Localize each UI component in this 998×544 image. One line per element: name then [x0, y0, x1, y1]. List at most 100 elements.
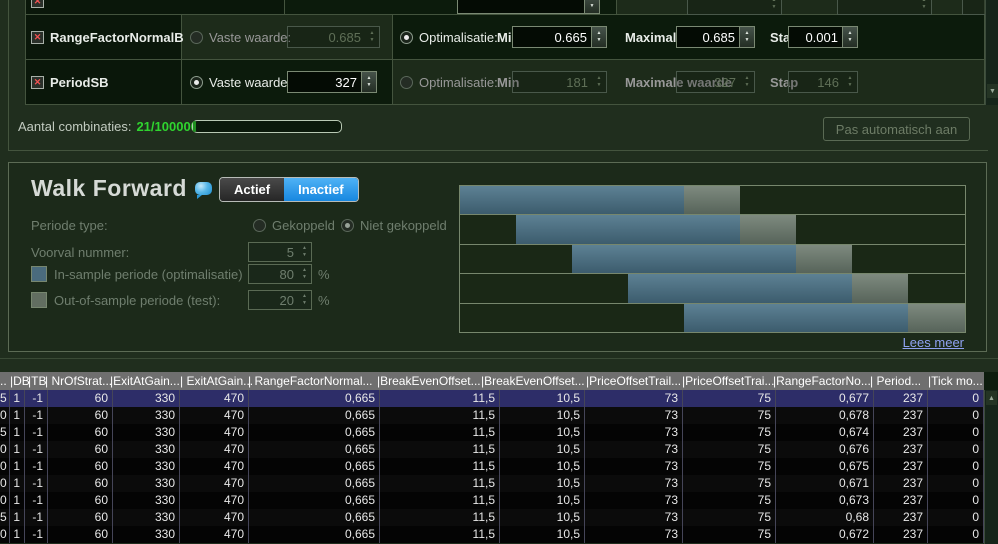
spinner-arrows-icon[interactable]: ▲ ▼ [298, 294, 311, 306]
opt-max-input[interactable]: 327▲▼ [676, 71, 755, 93]
radio-vaste-waarde[interactable] [190, 76, 203, 89]
column-header[interactable]: | NrOfStrat... [45, 374, 112, 388]
spinner-arrows-icon[interactable]: ▲ ▼ [767, 0, 781, 14]
table-cell: 10,5 [500, 390, 585, 407]
table-cell: 73 [585, 526, 683, 543]
table-cell: 10,5 [500, 424, 585, 441]
column-header[interactable]: |BreakEvenOffset... [481, 374, 585, 388]
table-cell: 330 [113, 492, 180, 509]
table-row[interactable]: 01-1603304700,66511,510,573750,6782370 [0, 407, 984, 424]
table-section-divider [0, 358, 998, 359]
remove-param-icon[interactable]: ✕ [31, 31, 44, 44]
table-row[interactable]: 01-1603304700,66511,510,573750,6762370 [0, 441, 984, 458]
column-header[interactable]: | RangeFactorNormal... [248, 374, 373, 388]
spinner-arrows-icon[interactable]: ▲ ▼ [592, 72, 606, 92]
table-cell: 11,5 [380, 492, 500, 509]
spinner-arrows-icon[interactable]: ▲ ▼ [361, 72, 376, 92]
toggle-actief-button[interactable]: Actief [220, 178, 284, 201]
spinner-arrows-icon[interactable]: ▲ ▼ [365, 27, 379, 47]
fixed-value-input[interactable]: 0.685▲▼ [287, 26, 380, 48]
table-cell: 0,678 [776, 407, 874, 424]
table-row[interactable]: 51-1603304700,66511,510,573750,682370 [0, 509, 984, 526]
column-header[interactable]: |Tick mo... [928, 374, 983, 388]
optimalisatie-label: Optimalisatie: [419, 30, 498, 45]
table-cell: 60 [48, 492, 113, 509]
column-header[interactable]: |ExitAtGain... [110, 374, 180, 388]
opt-step-input[interactable]: 146▲▼ [788, 71, 858, 93]
scroll-down-icon[interactable]: ▼ [987, 84, 998, 98]
spinner-arrows-icon[interactable]: ▲ ▼ [584, 0, 599, 13]
table-cell: 60 [48, 390, 113, 407]
radio-optimalisatie[interactable] [400, 76, 413, 89]
radio-vaste-waarde[interactable] [190, 31, 203, 44]
spinner-arrows-icon[interactable]: ▲ ▼ [843, 72, 857, 92]
parameters-scrollbar[interactable]: ▼ [985, 0, 998, 105]
table-row[interactable]: 51-1603304700,66511,510,573750,6772370 [0, 390, 984, 407]
table-cell: 330 [113, 424, 180, 441]
table-cell: 0 [0, 407, 10, 424]
spinner-arrows-icon[interactable]: ▲ ▼ [591, 27, 606, 47]
in-sample-input[interactable]: 80 ▲▼ [248, 264, 312, 284]
table-cell: 75 [683, 492, 776, 509]
table-cell: 1 [10, 458, 25, 475]
auto-adjust-button[interactable]: Pas automatisch aan [823, 117, 970, 141]
niet-gekoppeld-label: Niet gekoppeld [360, 218, 447, 233]
column-header[interactable]: |DB [10, 374, 30, 388]
opt-max-input[interactable]: ▲▼ [837, 0, 932, 15]
table-row[interactable]: 01-1603304700,66511,510,573750,6712370 [0, 475, 984, 492]
column-header[interactable]: |TB [28, 374, 46, 388]
table-cell: 237 [874, 492, 928, 509]
table-cell: 5 [0, 509, 10, 526]
column-header[interactable]: | Period... [870, 374, 921, 388]
table-cell: 0,677 [776, 390, 874, 407]
table-cell: -1 [25, 492, 48, 509]
opt-min-input[interactable]: 0.665▲▼ [512, 26, 607, 48]
voorval-input[interactable]: 5 ▲▼ [248, 242, 312, 262]
table-cell: 73 [585, 441, 683, 458]
walk-forward-window-row [460, 186, 965, 215]
spinner-arrows-icon[interactable]: ▲ ▼ [739, 27, 754, 47]
column-header[interactable]: | ExitAtGain... [180, 374, 253, 388]
results-table-header[interactable]: ..|DB|TB| NrOfStrat...|ExitAtGain...| Ex… [0, 372, 984, 390]
table-cell: -1 [25, 407, 48, 424]
radio-gekoppeld[interactable] [253, 219, 266, 232]
column-header[interactable]: |PriceOffsetTrail... [586, 374, 681, 388]
help-bubble-icon[interactable] [195, 182, 212, 195]
fixed-value-input[interactable]: ▲▼ [457, 0, 600, 14]
table-cell: 60 [48, 509, 113, 526]
walk-forward-window-row [460, 274, 965, 303]
opt-min-input[interactable]: ▲▼ [687, 0, 782, 15]
radio-niet-gekoppeld[interactable] [341, 219, 354, 232]
radio-optimalisatie[interactable] [400, 31, 413, 44]
opt-min-input[interactable]: 181▲▼ [512, 71, 607, 93]
spinner-arrows-icon[interactable]: ▲ ▼ [917, 0, 931, 14]
opt-step-input-value: 146 [789, 75, 843, 90]
spinner-arrows-icon[interactable]: ▲ ▼ [842, 27, 857, 47]
in-sample-bar [628, 274, 852, 302]
walk-forward-toggle: Actief Inactief [219, 177, 359, 202]
table-row[interactable]: 01-1603304700,66511,510,573750,6732370 [0, 492, 984, 509]
out-of-sample-bar [908, 304, 965, 332]
spinner-arrows-icon[interactable]: ▲ ▼ [740, 72, 754, 92]
table-row[interactable]: 51-1603304700,66511,510,573750,6742370 [0, 424, 984, 441]
spinner-arrows-icon[interactable]: ▲ ▼ [298, 246, 311, 258]
table-row[interactable]: 01-1603304700,66511,510,573750,6752370 [0, 458, 984, 475]
toggle-inactief-button[interactable]: Inactief [284, 178, 358, 201]
spinner-arrows-icon[interactable]: ▲ ▼ [298, 268, 311, 280]
column-header[interactable]: |BreakEvenOffset... [377, 374, 481, 388]
opt-max-input[interactable]: 0.685▲▼ [676, 26, 755, 48]
column-header[interactable]: .. [0, 374, 7, 388]
out-sample-input[interactable]: 20 ▲▼ [248, 290, 312, 310]
scroll-up-icon[interactable]: ▲ [986, 391, 997, 405]
table-cell: 330 [113, 526, 180, 543]
column-header[interactable]: |PriceOffsetTrai... [682, 374, 774, 388]
opt-step-input[interactable]: 0.001▲▼ [788, 26, 858, 48]
lees-meer-link[interactable]: Lees meer [903, 335, 964, 350]
remove-param-icon[interactable]: ✕ [31, 76, 44, 89]
remove-param-icon[interactable]: ✕ [31, 0, 44, 8]
table-row[interactable]: 01-1603304700,66511,510,573750,6722370 [0, 526, 984, 543]
walk-forward-title: Walk Forward [31, 175, 187, 202]
fixed-value-input[interactable]: 327▲▼ [287, 71, 377, 93]
results-scrollbar[interactable]: ▲ [984, 390, 998, 544]
column-header[interactable]: |RangeFactorNo... [773, 374, 871, 388]
